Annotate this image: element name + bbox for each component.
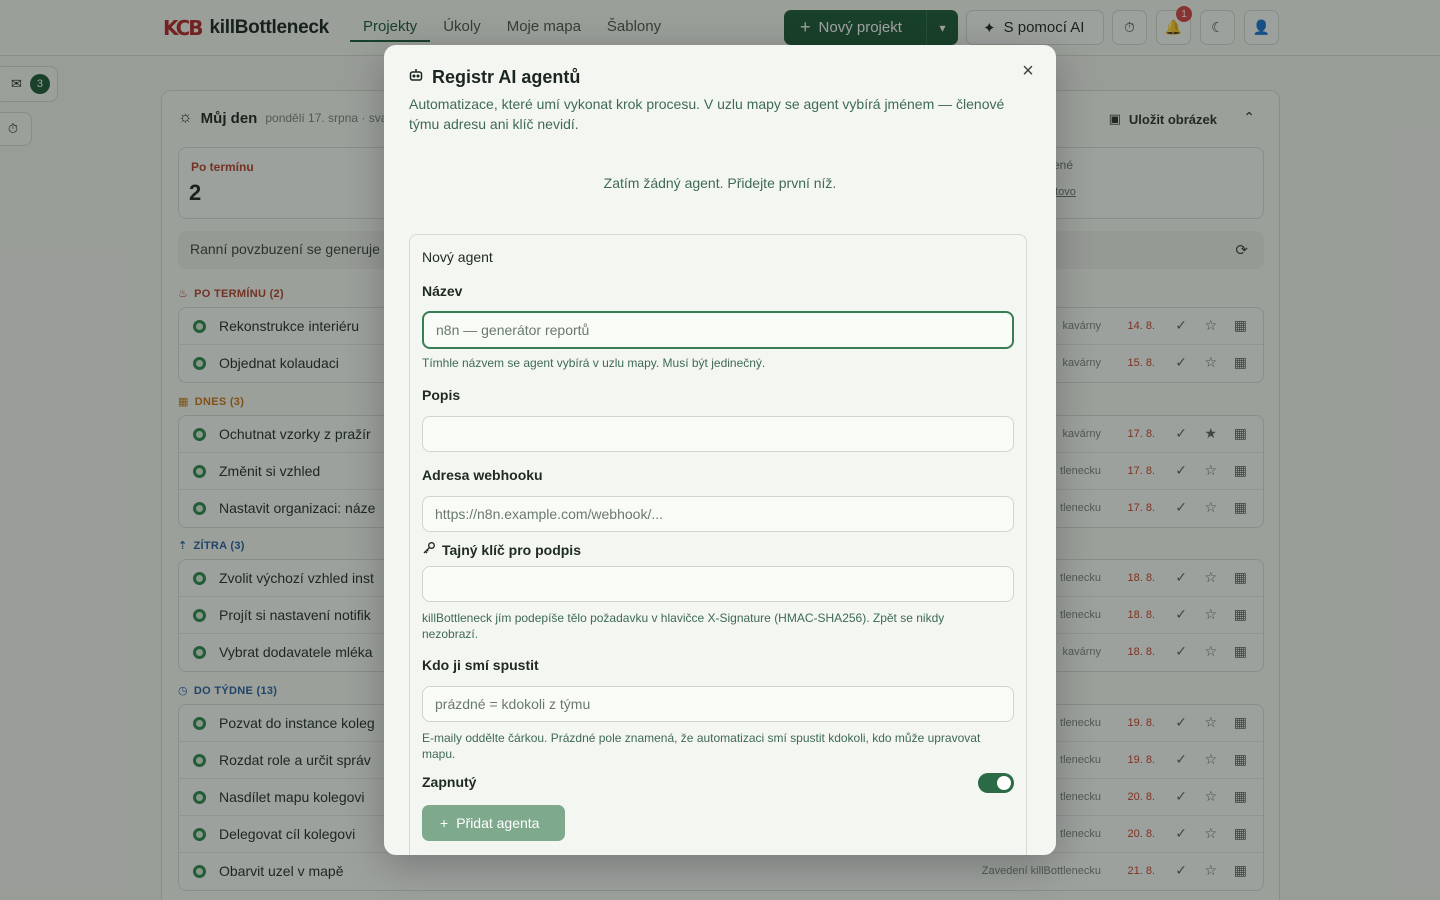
key-icon (422, 541, 436, 558)
enabled-label: Zapnutý (422, 774, 476, 790)
allowed-users-input[interactable] (422, 686, 1014, 722)
who-label-text: Kdo ji smí spustit (422, 657, 539, 673)
name-label: Název (422, 283, 462, 299)
description-label-text: Popis (422, 387, 461, 403)
new-agent-form: Nový agent Název Tímhle názvem se agent … (409, 234, 1027, 855)
secret-label-text: Tajný klíč pro podpis (442, 541, 581, 558)
add-agent-label: Přidat agenta (456, 815, 540, 831)
agent-description-input[interactable] (422, 416, 1014, 452)
close-icon[interactable]: × (1016, 59, 1040, 83)
plus-icon: + (440, 815, 449, 831)
name-label-text: Název (422, 283, 463, 299)
secret-label: Tajný klíč pro podpis (422, 541, 581, 558)
who-hint: E-maily oddělte čárkou. Prázdné pole zna… (422, 731, 981, 761)
add-agent-button[interactable]: + Přidat agenta (422, 805, 565, 841)
enabled-toggle[interactable] (978, 773, 1014, 793)
modal-title-row: Registr AI agentů (408, 67, 580, 88)
name-hint: Tímhle názvem se agent vybírá v uzlu map… (422, 356, 766, 370)
robot-icon (408, 67, 424, 88)
description-label: Popis (422, 387, 460, 403)
toggle-knob (997, 776, 1011, 790)
ai-agents-modal: Registr AI agentů × Automatizace, které … (384, 45, 1056, 855)
agent-name-input[interactable] (422, 311, 1014, 349)
secret-hint: killBottleneck jím podepíše tělo požadav… (422, 611, 945, 641)
who-label: Kdo ji smí spustit (422, 657, 539, 673)
webhook-label: Adresa webhooku (422, 467, 543, 483)
modal-title: Registr AI agentů (432, 67, 581, 87)
signing-secret-input[interactable] (422, 566, 1014, 602)
enabled-label-text: Zapnutý (422, 774, 477, 790)
modal-description: Automatizace, které umí vykonat krok pro… (409, 96, 1005, 132)
empty-state: Zatím žádný agent. Přidejte první níž. (603, 175, 837, 191)
webhook-label-text: Adresa webhooku (422, 467, 543, 483)
webhook-url-input[interactable] (422, 496, 1014, 532)
form-heading: Nový agent (422, 249, 493, 265)
